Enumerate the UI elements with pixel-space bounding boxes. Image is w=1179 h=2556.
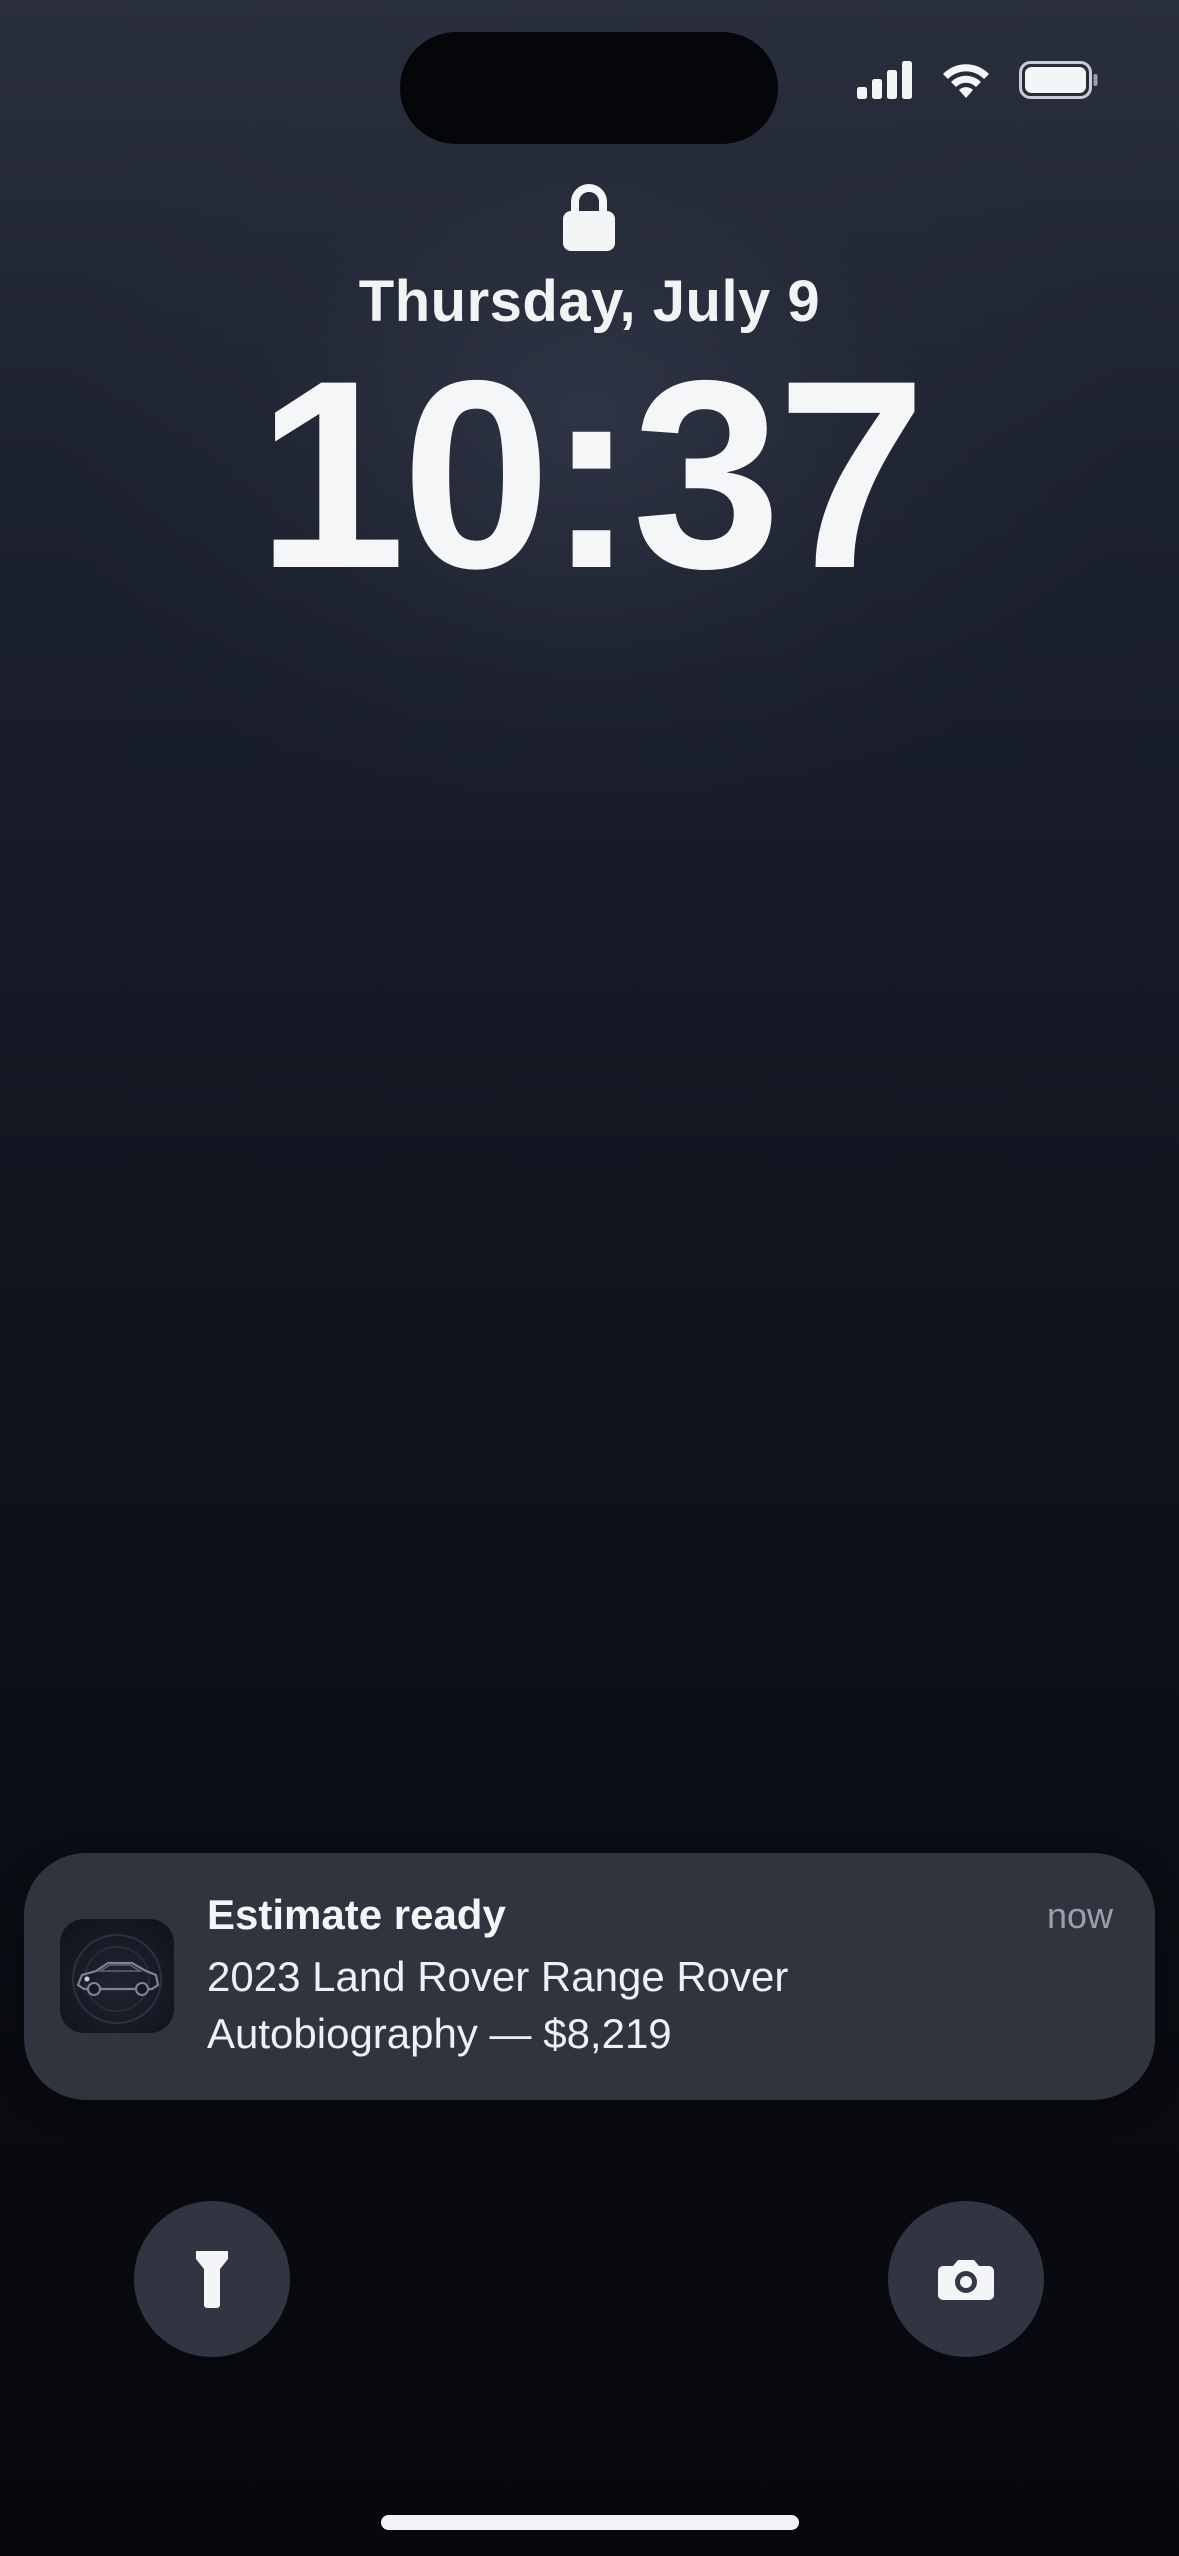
notification-body: 2023 Land Rover Range Rover Autobiograph… — [207, 1948, 1027, 2062]
wifi-icon — [943, 64, 989, 98]
battery-icon — [1019, 61, 1098, 99]
dynamic-island — [400, 32, 778, 144]
camera-icon — [938, 2260, 994, 2300]
car-app-icon — [60, 1919, 174, 2033]
lock-icon — [563, 184, 615, 251]
notification-time: now — [1046, 1895, 1113, 1936]
cellular-signal-icon — [857, 61, 912, 99]
notification-body-line2: Autobiography — $8,219 — [207, 2010, 672, 2057]
home-indicator[interactable] — [381, 2515, 799, 2530]
notification-body-line1: 2023 Land Rover Range Rover — [207, 1953, 789, 2000]
flashlight-button[interactable] — [134, 2201, 290, 2357]
notification-card[interactable]: Estimate ready now 2023 Land Rover Range… — [24, 1853, 1155, 2100]
flashlight-icon — [196, 2251, 228, 2308]
camera-button[interactable] — [888, 2201, 1044, 2357]
status-bar — [857, 58, 1099, 102]
lock-screen-time: 10:37 — [256, 324, 926, 624]
notification-title: Estimate ready — [207, 1891, 506, 1938]
